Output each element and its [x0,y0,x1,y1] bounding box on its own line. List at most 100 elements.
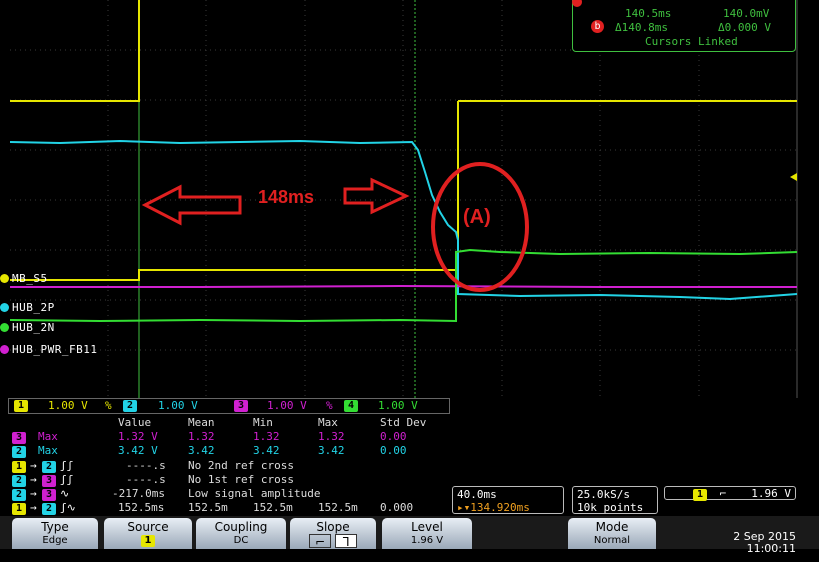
source-title: Source [127,520,169,534]
delay4-stddev: 0.000 [380,501,414,514]
header-value: Value [118,416,152,429]
ch4-name: HUB_2N [12,321,55,334]
trigger-readout[interactable]: 1 ⌐ 1.96 V [664,486,796,501]
ch3-label: HUB_PWR_FB11 [0,343,97,356]
delay1-src-a: 1 [12,461,27,473]
cursor-delta-volt: Δ0.000 V [718,21,771,34]
ch2-scale[interactable]: 1.00 V [158,399,198,412]
ch3-scale[interactable]: 1.00 V [267,399,307,412]
coupling-title: Coupling [214,520,268,534]
ch3-trace [10,284,797,288]
delay1-src-b: 2 [42,461,57,473]
ch2-label: HUB_2P [0,301,55,314]
ch3-scale-chip[interactable]: 3 [234,400,249,412]
trigger-level-readout: 1.96 V [751,487,791,500]
delay3-src-b: 3 [42,489,57,501]
type-button[interactable]: Type Edge [12,518,98,549]
delay3-value: -217.0ms [112,487,165,500]
header-mean: Mean [188,416,215,429]
meas2-label: Max [38,444,58,457]
ch1-scale[interactable]: 1.00 V [48,399,88,412]
delay2-text: No 1st ref cross [188,473,294,486]
ch2-scale-chip[interactable]: 2 [123,400,138,412]
delay2-src-b: 3 [42,475,57,487]
type-value: Edge [42,535,68,546]
sample-rate: 25.0kS/s [577,488,630,501]
meas1-min: 1.32 [253,430,280,443]
type-title: Type [41,520,69,534]
ch4-scale-chip[interactable]: 4 [344,400,359,412]
trigger-source-chip: 1 [693,489,708,501]
cursor-a-marker-icon [572,0,582,7]
slope-button[interactable]: Slope ⌐ ᒣ [290,518,376,549]
delay4-src-b: 2 [42,503,57,515]
delay4-max: 152.5m [318,501,358,514]
ch1-trace [10,269,458,281]
source-value: 1 [140,535,156,547]
delay-edge-icon: ʃʃ [60,459,74,472]
mode-value: Normal [593,535,631,546]
meas1-max: 1.32 [318,430,345,443]
cursor-delta-time: Δ140.8ms [615,21,668,34]
delay4-mean: 152.5m [188,501,228,514]
ch4-label: HUB_2N [0,321,55,334]
meas1-mean: 1.32 [188,430,215,443]
delay-edge-icon: ∿ [60,487,70,500]
ch3-name: HUB_PWR_FB11 [12,343,98,356]
mode-button[interactable]: Mode Normal & Holdoff [568,518,656,560]
time-label: 11:00:11 [746,542,796,555]
delay2-src-a: 2 [12,475,27,487]
rising-edge-icon: ⌐ [719,487,727,500]
meas2-mean: 3.42 [188,444,215,457]
delay3-text: Low signal amplitude [188,487,321,500]
cursor-time-a: 140.5ms [625,7,672,20]
slope-rising-icon[interactable]: ⌐ [309,534,332,549]
source-button[interactable]: Source 1 [104,518,192,549]
delay-arrow-icon: → [30,459,37,472]
meas2-max: 3.42 [318,444,345,457]
acquisition-readout[interactable]: 25.0kS/s 10k points [572,486,658,514]
graticule [10,0,798,398]
trigger-level-marker[interactable] [790,173,797,181]
date-time: 2 Sep 2015 11:00:11 [708,531,796,555]
ch1-scale-chip[interactable]: 1 [14,400,29,412]
delay1-value: ----.s [126,459,166,472]
coupling-button[interactable]: Coupling DC [196,518,286,549]
mode-title: Mode [595,520,629,534]
ch3-bw-icon: % [326,399,333,412]
meas2-source-chip: 2 [12,446,27,458]
delay4-value: 152.5ms [118,501,165,514]
slope-falling-icon[interactable]: ᒣ [334,534,357,549]
mode-sub: & Holdoff [588,549,636,560]
ch4-scale[interactable]: 1.00 V [378,399,418,412]
delay4-src-a: 1 [12,503,27,515]
duration-label: 148ms [258,187,314,207]
level-value: 1.96 V [410,535,444,546]
cursor-readout[interactable]: 140.5ms 140.0mV b Δ140.8ms Δ0.000 V Curs… [572,0,796,52]
ch4-marker-icon[interactable] [0,323,9,332]
delay3-src-a: 2 [12,489,27,501]
delay-arrow-icon: → [30,473,37,486]
level-button[interactable]: Level 1.96 V [382,518,472,549]
header-max: Max [318,416,338,429]
ch1-marker-icon[interactable] [0,274,9,283]
meas1-stddev: 0.00 [380,430,407,443]
position-arrow-icon: ▸▾ [457,501,471,514]
ch1-name: MB_S5 [12,272,48,285]
horizontal-scale: 40.0ms [457,488,497,501]
horizontal-readout[interactable]: 40.0ms ▸▾134.920ms [452,486,564,514]
coupling-value: DC [233,535,249,546]
meas1-value: 1.32 V [118,430,158,443]
delay-arrow-icon: → [30,501,37,514]
delay-edge-icon: ʃ∿ [60,501,76,514]
ch3-marker-icon[interactable] [0,345,9,354]
delay2-value: ----.s [126,473,166,486]
meas2-value: 3.42 V [118,444,158,457]
header-stddev: Std Dev [380,416,427,429]
cursor-volt-a: 140.0mV [723,7,770,20]
horizontal-position: 134.920ms [470,501,530,514]
slope-title: Slope [316,520,350,534]
delay4-min: 152.5m [253,501,293,514]
ch1-bw-icon: % [105,399,112,412]
ch2-marker-icon[interactable] [0,303,9,312]
